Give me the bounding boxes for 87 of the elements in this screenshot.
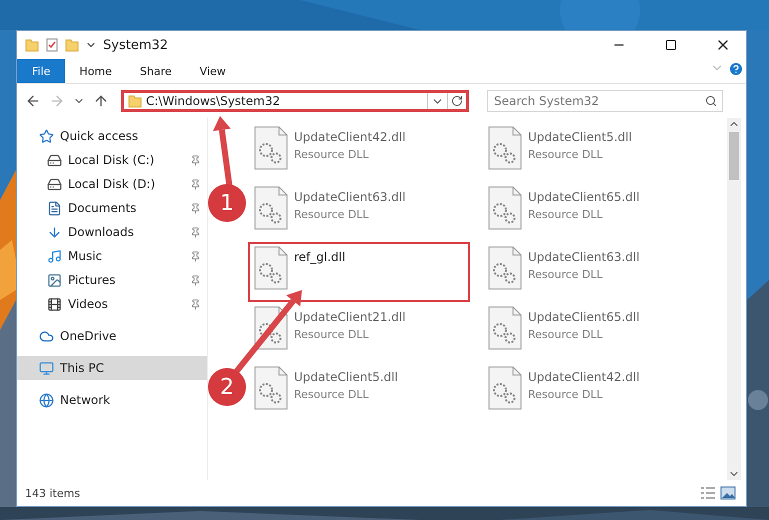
file-name: UpdateClient63.dll bbox=[294, 190, 406, 204]
new-folder-icon bbox=[65, 38, 79, 52]
document-icon bbox=[47, 200, 62, 216]
sidebar-item[interactable]: Quick access bbox=[17, 124, 207, 148]
file-name: UpdateClient65.dll bbox=[528, 190, 640, 204]
pin-icon bbox=[190, 178, 201, 190]
file-type: Resource DLL bbox=[528, 328, 604, 341]
ribbon-tab[interactable]: View bbox=[186, 59, 240, 83]
ribbon-tab[interactable]: Share bbox=[126, 59, 186, 83]
pin-icon bbox=[190, 298, 201, 310]
forward-icon bbox=[49, 93, 65, 109]
dll-file-icon bbox=[254, 246, 288, 290]
help-icon bbox=[728, 61, 744, 77]
highlighted-file-item[interactable]: ref_gl.dll bbox=[248, 242, 470, 302]
file-item[interactable]: UpdateClient21.dll Resource DLL bbox=[248, 302, 470, 362]
pin-icon bbox=[190, 202, 201, 214]
pin-icon bbox=[190, 226, 201, 238]
picture-view-icon bbox=[720, 486, 736, 500]
file-name: UpdateClient65.dll bbox=[528, 310, 640, 324]
dll-file-icon bbox=[488, 306, 522, 350]
dll-file-icon bbox=[254, 186, 288, 230]
sidebar-item[interactable]: Pictures bbox=[17, 268, 207, 292]
sidebar-item[interactable]: Network bbox=[17, 388, 207, 412]
file-item[interactable]: UpdateClient65.dll Resource DLL bbox=[482, 302, 704, 362]
file-type: Resource DLL bbox=[294, 148, 370, 161]
back-icon bbox=[25, 93, 41, 109]
maximize-icon bbox=[665, 39, 677, 51]
globe-icon bbox=[39, 392, 54, 408]
picture-icon bbox=[47, 272, 62, 288]
file-type: Resource DLL bbox=[294, 328, 370, 341]
file-item[interactable]: UpdateClient5.dll Resource DLL bbox=[248, 362, 470, 422]
file-name: UpdateClient21.dll bbox=[294, 310, 406, 324]
details-view-icon bbox=[700, 486, 716, 500]
file-item[interactable]: UpdateClient63.dll Resource DLL bbox=[248, 182, 470, 242]
pin-icon bbox=[190, 274, 201, 286]
file-type: Resource DLL bbox=[528, 388, 604, 401]
folder-icon bbox=[25, 38, 39, 52]
file-name: UpdateClient5.dll bbox=[294, 370, 398, 384]
large-icons-view-button[interactable] bbox=[718, 484, 738, 502]
pin-icon bbox=[190, 250, 201, 262]
ribbon-tab[interactable]: Home bbox=[65, 59, 126, 83]
file-name: UpdateClient42.dll bbox=[528, 370, 640, 384]
cloud-icon bbox=[39, 328, 54, 344]
file-name: UpdateClient63.dll bbox=[528, 250, 640, 264]
search-icon bbox=[705, 95, 717, 107]
dll-file-icon bbox=[488, 246, 522, 290]
file-item[interactable]: UpdateClient65.dll Resource DLL bbox=[482, 182, 704, 242]
file-item[interactable]: UpdateClient5.dll Resource DLL bbox=[482, 122, 704, 182]
file-name: UpdateClient42.dll bbox=[294, 130, 406, 144]
sidebar-item[interactable]: Downloads bbox=[17, 220, 207, 244]
music-icon bbox=[47, 248, 62, 264]
monitor-icon bbox=[39, 360, 54, 376]
window-title: System32 bbox=[103, 38, 168, 52]
dll-file-icon bbox=[254, 366, 288, 410]
dll-file-icon bbox=[488, 366, 522, 410]
file-name: UpdateClient5.dll bbox=[528, 130, 632, 144]
file-type: Resource DLL bbox=[528, 148, 604, 161]
pin-icon bbox=[190, 154, 201, 166]
sidebar-item[interactable]: Local Disk (D:) bbox=[17, 172, 207, 196]
file-type: Resource DLL bbox=[528, 208, 604, 221]
address-bar[interactable]: C:\Windows\System32 bbox=[121, 90, 469, 112]
sidebar-item[interactable]: Documents bbox=[17, 196, 207, 220]
scrollbar-thumb[interactable] bbox=[729, 132, 739, 180]
properties-icon[interactable] bbox=[45, 38, 59, 52]
dll-file-icon bbox=[488, 186, 522, 230]
dll-file-icon bbox=[488, 126, 522, 170]
refresh-icon bbox=[451, 95, 463, 107]
selected-sidebar-item[interactable]: This PC bbox=[17, 356, 207, 380]
file-item[interactable]: UpdateClient42.dll Resource DLL bbox=[482, 362, 704, 422]
file-name: ref_gl.dll bbox=[294, 250, 346, 264]
folder-icon bbox=[128, 94, 142, 108]
search-field[interactable]: Search System32 bbox=[487, 90, 723, 112]
item-count: 143 items bbox=[25, 486, 80, 500]
ribbon-tab[interactable]: File bbox=[17, 59, 66, 83]
sidebar-item[interactable]: Local Disk (C:) bbox=[17, 148, 207, 172]
download-icon bbox=[47, 224, 62, 240]
file-type: Resource DLL bbox=[528, 268, 604, 281]
file-type: Resource DLL bbox=[294, 388, 370, 401]
sidebar-item[interactable]: Music bbox=[17, 244, 207, 268]
sidebar-item[interactable]: OneDrive bbox=[17, 324, 207, 348]
dll-file-icon bbox=[254, 126, 288, 170]
star-icon bbox=[39, 128, 54, 144]
file-item[interactable]: UpdateClient42.dll Resource DLL bbox=[248, 122, 470, 182]
sidebar-item[interactable]: Videos bbox=[17, 292, 207, 316]
film-icon bbox=[47, 296, 62, 312]
file-type: Resource DLL bbox=[294, 208, 370, 221]
file-item[interactable]: UpdateClient63.dll Resource DLL bbox=[482, 242, 704, 302]
